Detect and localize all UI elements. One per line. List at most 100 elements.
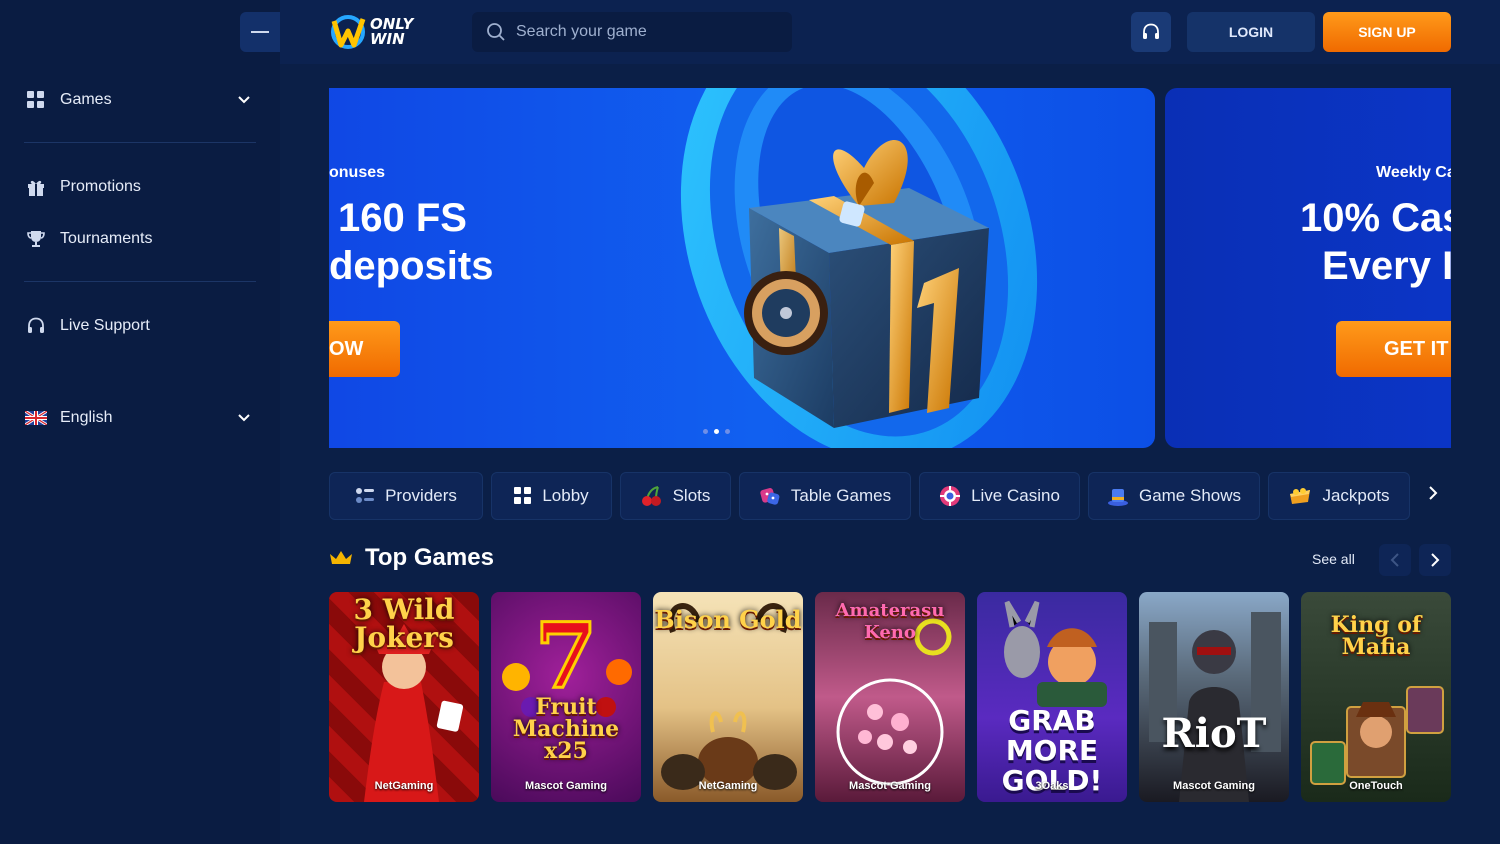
tab-label: Jackpots — [1322, 486, 1390, 505]
game-card[interactable]: GRAB MORE GOLD! 3Oaks — [977, 592, 1127, 802]
language-selector[interactable]: English — [24, 402, 256, 434]
tab-game-shows[interactable]: Game Shows — [1088, 472, 1260, 520]
game-card[interactable]: 7 Fruit Machine x25 Mascot Gaming — [491, 592, 641, 802]
sidebar-item-tournaments[interactable]: Tournaments — [24, 223, 256, 255]
game-provider: NetGaming — [698, 780, 758, 792]
site-logo[interactable]: ONLY WIN — [330, 13, 413, 51]
search-placeholder: Search your game — [516, 23, 647, 40]
tab-live-casino[interactable]: Live Casino — [919, 472, 1080, 520]
cherry-icon — [641, 485, 663, 507]
see-all-link[interactable]: See all — [1312, 551, 1355, 567]
providers-icon — [355, 487, 375, 505]
sidebar-item-label: Promotions — [60, 178, 141, 195]
game-card[interactable]: RioT Mascot Gaming — [1139, 592, 1289, 802]
menu-toggle-button[interactable] — [240, 12, 280, 52]
game-card[interactable]: King of Mafia OneTouch — [1301, 592, 1451, 802]
slide-headline: 10% Cas Every I — [1300, 194, 1451, 290]
headline-line: deposits — [329, 244, 494, 288]
game-provider: OneTouch — [1349, 780, 1403, 792]
sidebar-item-promotions[interactable]: Promotions — [24, 171, 256, 203]
game-title: King of Mafia — [1330, 612, 1422, 660]
tab-label: Table Games — [790, 486, 892, 505]
tab-label: Game Shows — [1138, 486, 1242, 505]
headline-line: 160 FS — [338, 196, 467, 240]
tab-label: Lobby — [542, 486, 589, 505]
tab-slots[interactable]: Slots — [620, 472, 731, 520]
slide-tag: onuses — [329, 164, 386, 181]
uk-flag-icon — [24, 406, 48, 430]
promo-slide-next[interactable]: Weekly Ca 10% Cas Every I GET IT — [1165, 88, 1451, 448]
game-provider: Mascot Gaming — [1173, 780, 1255, 792]
tab-label: Providers — [385, 486, 457, 505]
top-header: ONLY WIN Search your game LOGIN SIGN UP — [280, 0, 1500, 64]
chevron-right-icon — [1429, 486, 1438, 500]
chevron-left-icon — [1390, 553, 1399, 567]
tab-table-games[interactable]: Table Games — [739, 472, 911, 520]
sidebar-item-games[interactable]: Games — [24, 84, 256, 116]
carousel-dot[interactable] — [725, 429, 730, 434]
tab-providers[interactable]: Providers — [329, 472, 483, 520]
game-card[interactable]: 3 Wild Jokers NetGaming — [329, 592, 479, 802]
login-button[interactable]: LOGIN — [1187, 12, 1315, 52]
logo-line: WIN — [370, 30, 405, 48]
slide-cta-button[interactable]: GET IT — [1336, 321, 1451, 377]
tab-lobby[interactable]: Lobby — [491, 472, 612, 520]
search-icon — [486, 22, 506, 42]
gift-icon — [24, 175, 48, 199]
gift-box-illustration — [680, 88, 1038, 448]
tab-label: Slots — [672, 486, 711, 505]
sidebar: Games Promotions Tournaments Live Suppor… — [0, 0, 280, 844]
game-title: Fruit Machine x25 — [512, 694, 620, 764]
jackpot-icon — [1288, 486, 1312, 506]
support-button[interactable] — [1131, 12, 1171, 52]
signup-button[interactable]: SIGN UP — [1323, 12, 1451, 52]
game-title: Bison Gold — [654, 605, 802, 634]
minus-icon — [251, 31, 269, 33]
headset-icon — [24, 314, 48, 338]
games-next-button[interactable] — [1419, 544, 1451, 576]
game-card[interactable]: Bison Gold NetGaming — [653, 592, 803, 802]
tab-label: Live Casino — [971, 486, 1060, 505]
grid-icon — [514, 487, 532, 505]
search-input[interactable]: Search your game — [472, 12, 792, 52]
carousel-dots — [703, 429, 730, 434]
trophy-icon — [24, 227, 48, 251]
divider — [24, 142, 256, 143]
divider — [24, 281, 256, 282]
grid-icon — [24, 88, 48, 112]
sidebar-item-live-support[interactable]: Live Support — [24, 310, 256, 342]
game-provider: NetGaming — [374, 780, 434, 792]
promo-slide-main[interactable]: onuses 160 FS deposits OW — [329, 88, 1155, 448]
game-title: Amaterasu Keno — [835, 600, 945, 643]
chevron-down-icon[interactable] — [238, 409, 250, 427]
promo-carousel[interactable]: onuses 160 FS deposits OW Weekly Ca 10% … — [329, 88, 1451, 448]
logo-mark-icon — [331, 15, 366, 49]
headset-icon — [1143, 23, 1159, 39]
game-title: RioT — [1161, 710, 1267, 757]
games-prev-button[interactable] — [1379, 544, 1411, 576]
game-provider: Mascot Gaming — [525, 780, 607, 792]
chip-icon — [939, 485, 961, 507]
sidebar-item-label: Games — [60, 91, 112, 108]
section-title-text: Top Games — [365, 544, 494, 571]
tab-jackpots[interactable]: Jackpots — [1268, 472, 1410, 520]
headline-line: 10% Cas — [1300, 196, 1451, 240]
sidebar-item-label: Tournaments — [60, 230, 153, 247]
game-artwork — [1139, 592, 1289, 802]
language-label: English — [60, 409, 113, 426]
game-card[interactable]: Amaterasu Keno Mascot Gaming — [815, 592, 965, 802]
sidebar-item-label: Live Support — [60, 317, 150, 334]
game-provider: 3Oaks — [1035, 780, 1069, 792]
slide-tag: Weekly Ca — [1376, 164, 1451, 181]
categories-scroll-right-button[interactable] — [1428, 484, 1438, 505]
headline-line: Every I — [1322, 244, 1451, 288]
chevron-down-icon[interactable] — [238, 91, 250, 109]
game-provider: Mascot Gaming — [849, 780, 931, 792]
slide-cta-button[interactable]: OW — [329, 321, 400, 377]
dice-icon — [759, 485, 781, 507]
slide-headline: 160 FS deposits — [329, 194, 493, 290]
top-hat-icon — [1107, 485, 1129, 507]
carousel-dot[interactable] — [703, 429, 708, 434]
carousel-dot-active[interactable] — [714, 429, 719, 434]
crown-icon — [329, 549, 353, 567]
